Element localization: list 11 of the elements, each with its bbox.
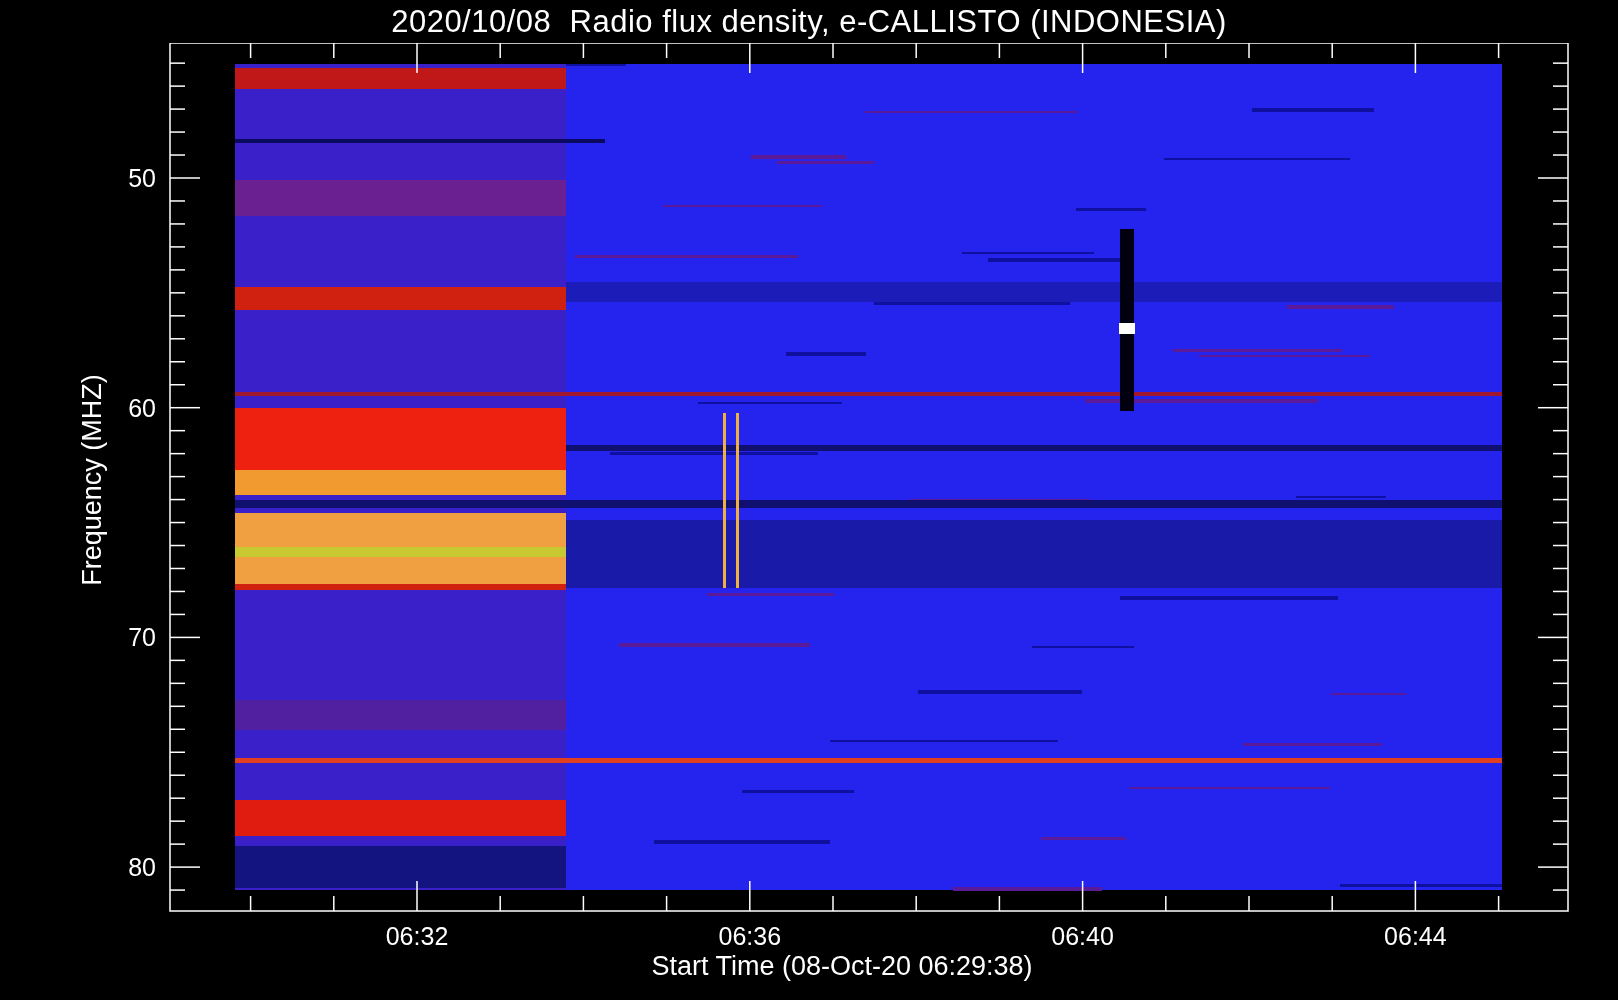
axis-tick-label: 06:40 [1051,922,1114,950]
axis-title: Start Time (08-Oct-20 06:29:38) [651,951,1033,981]
axis-tick-label: 06:36 [718,922,782,950]
axis-tick-label: 80 [128,853,156,882]
axis-tick-label: 06:32 [385,922,449,950]
axis-title: Frequency (MHZ) [77,374,107,586]
axis-tick-label: 06:44 [1384,922,1447,950]
axis-tick-label: 50 [128,164,156,192]
plot-title: 2020/10/08 Radio flux density, e-CALLISTO (INDONESIA) [391,3,1227,40]
axis-tick-label: 60 [128,393,156,422]
axis-tick-label: 70 [128,623,156,652]
